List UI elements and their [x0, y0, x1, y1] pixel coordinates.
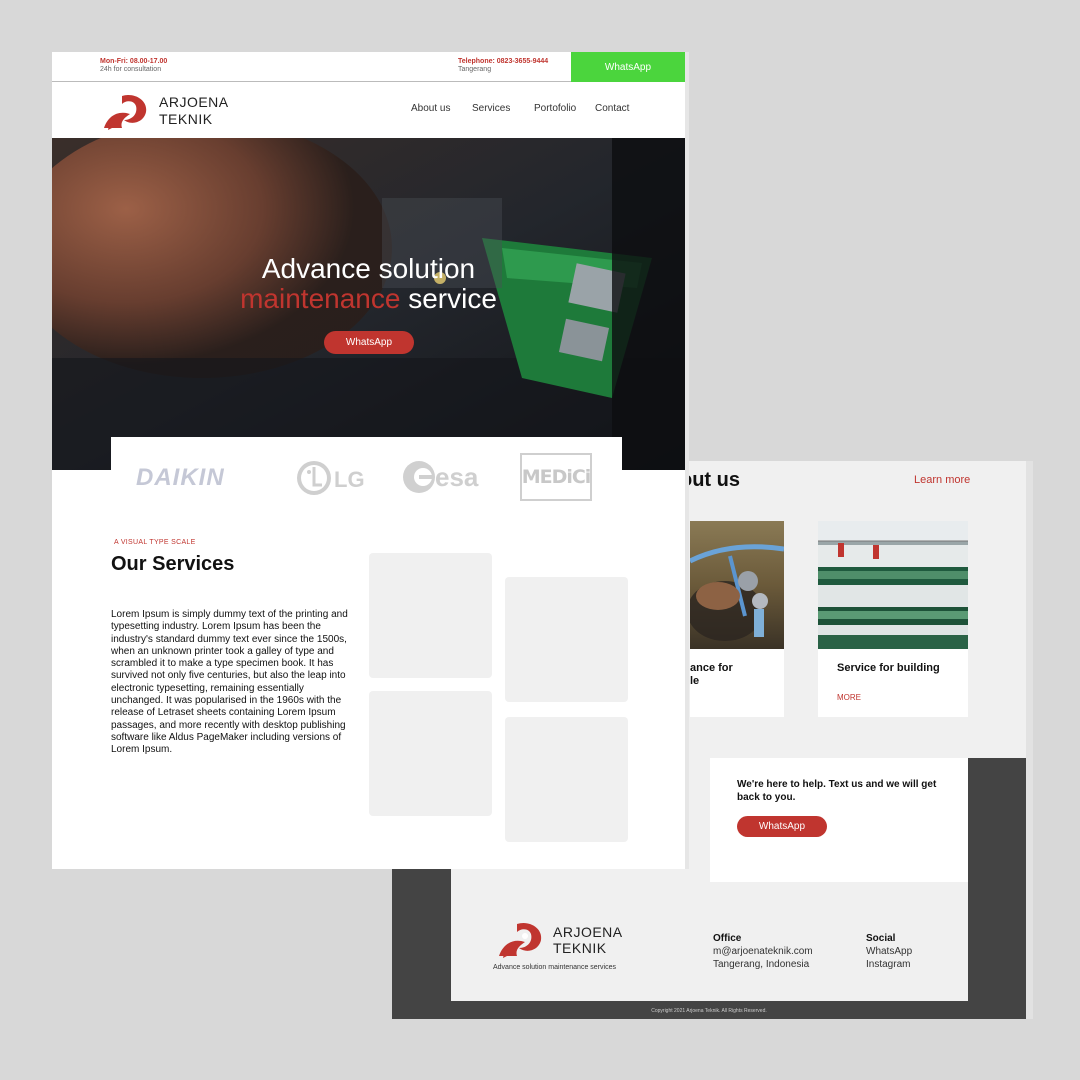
service-card[interactable]: Service for building MORE — [818, 521, 968, 717]
office-column: Office m@arjoenateknik.com Tangerang, In… — [713, 932, 813, 971]
image-placeholder — [505, 577, 628, 702]
more-link[interactable]: MORE — [837, 693, 861, 702]
whatsapp-button[interactable]: WhatsApp — [737, 816, 827, 837]
footer-tagline: Advance solution maintenance services — [493, 964, 616, 971]
motorcycle-photo — [690, 521, 784, 649]
cta-text: We're here to help. Text us and we will … — [737, 779, 937, 803]
social-link-instagram[interactable]: Instagram — [866, 958, 912, 971]
image-placeholder — [369, 691, 492, 816]
image-placeholder — [505, 717, 628, 842]
arjoena-logo-icon[interactable] — [100, 92, 152, 137]
social-link-whatsapp[interactable]: WhatsApp — [866, 945, 912, 958]
nav-link-services[interactable]: Services — [472, 103, 510, 114]
brand-line: ARJOENA — [159, 94, 229, 110]
footer-dark-band — [392, 869, 451, 1019]
services-heading: Our Services — [111, 553, 235, 575]
social-column: Social WhatsApp Instagram — [866, 932, 912, 971]
esa-logo: esa — [401, 459, 491, 500]
footer-brand: ARJOENA TEKNIK — [553, 924, 623, 956]
location-text: Tangerang — [458, 66, 492, 73]
office-email[interactable]: m@arjoenateknik.com — [713, 945, 813, 958]
services-body: Lorem Ipsum is simply dummy text of the … — [111, 609, 348, 756]
medici-logo: MEDiCi — [520, 453, 592, 501]
service-card[interactable]: ance for le — [690, 521, 784, 717]
footer: ARJOENA TEKNIK Advance solution maintena… — [451, 882, 968, 1001]
services-kicker: A VISUAL TYPE SCALE — [114, 539, 196, 546]
card-title: Service for building — [837, 662, 940, 674]
top-bar: Mon-Fri: 08.00-17.00 24h for consultatio… — [52, 52, 685, 82]
lg-logo: LG — [296, 458, 372, 503]
page-edge — [685, 52, 689, 869]
esa-text: esa — [435, 462, 479, 492]
front-page-mockup: Mon-Fri: 08.00-17.00 24h for consultatio… — [52, 52, 689, 869]
social-heading: Social — [866, 933, 896, 944]
partner-logos: DAIKIN LG esa MEDiCi — [111, 437, 622, 515]
hero-title-line: maintenance service — [52, 284, 685, 314]
nav-link-contact[interactable]: Contact — [595, 103, 629, 114]
office-city: Tangerang, Indonesia — [713, 959, 810, 970]
hero-title-rest: service — [400, 283, 497, 314]
hero-banner: Advance solution maintenance service Wha… — [52, 138, 685, 470]
hero-title-highlight: maintenance — [240, 283, 401, 314]
nav-link-about[interactable]: About us — [411, 103, 450, 114]
nav-link-portfolio[interactable]: Portofolio — [534, 103, 576, 114]
office-heading: Office — [713, 933, 742, 944]
learn-more-link[interactable]: Learn more — [914, 474, 970, 486]
daikin-logo: DAIKIN — [136, 464, 225, 491]
lg-text: LG — [334, 467, 365, 492]
contact-phone: Telephone: 0823-3655-9444 Tangerang — [458, 58, 548, 74]
main-nav: ARJOENA TEKNIK About us Services Portofo… — [52, 84, 685, 138]
hero-title: Advance solution maintenance service — [52, 254, 685, 314]
whatsapp-topbar-button[interactable]: WhatsApp — [571, 52, 685, 82]
arjoena-logo-icon — [495, 920, 547, 965]
image-placeholder — [369, 553, 492, 678]
copyright: Copyright 2021 Arjoena Teknik. All Right… — [651, 1008, 767, 1014]
brand-line: ARJOENA — [553, 924, 623, 940]
whatsapp-hero-button[interactable]: WhatsApp — [324, 331, 414, 354]
card-title: ance for le — [690, 662, 733, 687]
hours-note: 24h for consultation — [100, 66, 162, 73]
page-edge — [1026, 461, 1033, 1019]
building-photo — [818, 521, 968, 649]
hero-title-line: Advance solution — [261, 253, 476, 284]
hours-text: Mon-Fri: 08.00-17.00 — [100, 58, 168, 65]
phone-text[interactable]: Telephone: 0823-3655-9444 — [458, 58, 548, 66]
brand-line: TEKNIK — [553, 940, 607, 956]
footer-dark-band — [968, 758, 1026, 1019]
about-heading: out us — [680, 469, 740, 491]
office-hours: Mon-Fri: 08.00-17.00 24h for consultatio… — [100, 58, 167, 74]
brand-name[interactable]: ARJOENA TEKNIK — [159, 94, 229, 128]
contact-cta-box: We're here to help. Text us and we will … — [710, 758, 968, 882]
brand-line: TEKNIK — [159, 111, 213, 127]
